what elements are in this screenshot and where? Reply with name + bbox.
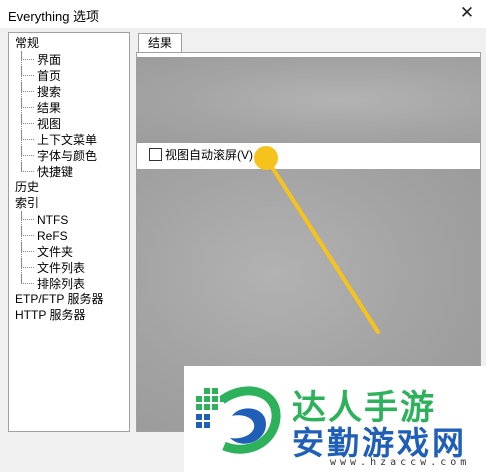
tree-item-label: 视图 <box>37 117 62 131</box>
tab-results[interactable]: 结果 <box>138 33 182 53</box>
settings-tree[interactable]: 常规界面首页搜索结果视图上下文菜单字体与颜色快捷键 历史索引 NTFS ReFS 文件夹… <box>8 32 130 432</box>
tree-connector <box>21 243 34 252</box>
tree-item[interactable]: 界面 <box>21 51 61 67</box>
tree-connector <box>21 147 34 156</box>
tree-item-label: 搜索 <box>37 85 62 99</box>
tree-item[interactable]: 文件夹 <box>21 243 73 259</box>
tree-item-label: 文件列表 <box>37 261 86 275</box>
tree-item-label: 首页 <box>37 69 62 83</box>
watermark-logo-icon <box>196 386 281 454</box>
tree-connector <box>21 115 34 124</box>
tree-connector <box>21 99 34 108</box>
options-window: Everything 选项 ✕ 常规 界面 首页 搜索 结果 视图 上下文菜单 字体与颜色 快捷… <box>0 0 486 472</box>
tree-item-label: ETP/FTP 服务器 <box>15 292 104 306</box>
tree-item-label: 界面 <box>37 53 62 67</box>
tree-item[interactable]: 字体与颜色 <box>21 147 97 163</box>
auto-scroll-label: 视图自动滚屏(V) <box>165 148 253 162</box>
tree-item[interactable]: 快捷键 <box>21 163 73 179</box>
tree-item-label: 快捷键 <box>37 165 74 179</box>
tree-item-label: NTFS <box>37 213 69 227</box>
tree-item-label: 索引 <box>15 196 40 210</box>
tree-connector <box>21 259 34 268</box>
tree-connector <box>21 211 34 220</box>
auto-scroll-checkbox[interactable] <box>149 148 162 161</box>
tree-item-label: 文件夹 <box>37 245 74 259</box>
watermark: 达人手游 安勤游戏网 www.hzaccw.com <box>184 366 486 472</box>
tree-item[interactable]: 排除列表 <box>21 275 85 291</box>
tree-item[interactable]: 上下文菜单 <box>21 131 97 147</box>
tree-vertical-connector <box>21 51 22 171</box>
window-title: Everything 选项 <box>8 9 100 24</box>
close-button[interactable]: ✕ <box>454 2 480 24</box>
tree-item-label: 常规 <box>15 36 40 50</box>
tree-connector <box>21 51 34 60</box>
tree-item[interactable]: ReFS <box>21 227 68 243</box>
tree-item-label: 字体与颜色 <box>37 149 98 163</box>
tree-item[interactable]: ETP/FTP 服务器 <box>15 291 103 307</box>
tree-item[interactable]: 首页 <box>21 67 61 83</box>
tree-item[interactable]: 文件列表 <box>21 259 85 275</box>
tree-vertical-connector <box>21 211 22 283</box>
tree-connector <box>21 163 34 172</box>
tree-item[interactable]: 索引 <box>15 195 39 211</box>
tree-item[interactable]: HTTP 服务器 <box>15 307 85 323</box>
tree-item-label: 上下文菜单 <box>37 133 98 147</box>
tree-connector <box>21 275 34 284</box>
close-icon: ✕ <box>459 3 475 22</box>
tree-item[interactable]: NTFS <box>21 211 68 227</box>
tree-item-label: 历史 <box>15 180 40 194</box>
tree-item-label: 排除列表 <box>37 277 86 291</box>
tree-item[interactable]: 历史 <box>15 179 39 195</box>
tree-item[interactable]: 常规 <box>15 35 39 51</box>
blurred-region-top <box>137 57 480 143</box>
tree-connector <box>21 83 34 92</box>
tree-connector <box>21 227 34 236</box>
tree-connector <box>21 67 34 76</box>
tree-item[interactable]: 视图 <box>21 115 61 131</box>
click-indicator-dot <box>254 146 278 170</box>
tree-item[interactable]: 搜索 <box>21 83 61 99</box>
tree-item-label: ReFS <box>37 229 68 243</box>
watermark-url: www.hzaccw.com <box>330 457 471 468</box>
auto-scroll-option[interactable]: 视图自动滚屏(V) <box>149 146 253 164</box>
tree-item-label: 结果 <box>37 101 62 115</box>
title-bar: Everything 选项 ✕ <box>0 0 486 28</box>
tree-item[interactable]: 结果 <box>21 99 61 115</box>
tree-item-label: HTTP 服务器 <box>15 308 86 322</box>
tree-connector <box>21 131 34 140</box>
